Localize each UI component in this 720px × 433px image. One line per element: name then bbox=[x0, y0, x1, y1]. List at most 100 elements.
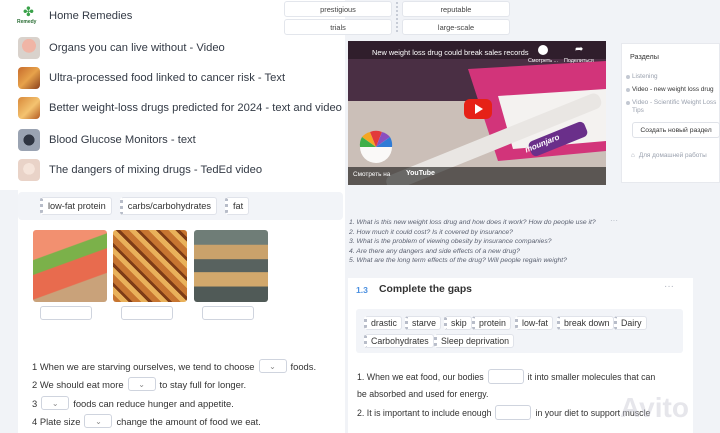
section-dot-icon bbox=[626, 101, 630, 105]
lesson-thumbnail bbox=[18, 129, 40, 151]
gap-input[interactable] bbox=[495, 405, 532, 420]
sentence-text: 2 We should eat more bbox=[32, 378, 124, 390]
sidebar-item-scientific-video[interactable]: Video - Scientific Weight Loss bbox=[632, 99, 716, 106]
exercise-title: Complete the gaps bbox=[379, 284, 472, 295]
lesson-label: Ultra-processed food linked to cancer ri… bbox=[49, 72, 286, 84]
word-chip[interactable]: low-fat protein bbox=[40, 197, 112, 215]
lesson-label: Home Remedies bbox=[49, 10, 133, 22]
sentence-text: 3 bbox=[32, 397, 38, 409]
question-item: 2. How much it could cost? Is it covered… bbox=[349, 228, 513, 236]
drag-handle[interactable] bbox=[396, 2, 400, 32]
answer-select[interactable]: ⌄ bbox=[84, 414, 113, 428]
sidebar-item-tips[interactable]: Tips bbox=[632, 107, 644, 114]
vocab-sentence: 4 Plate size ⌄ change the amount of food… bbox=[32, 414, 261, 428]
lesson-item-glucose[interactable]: Blood Glucose Monitors - text bbox=[18, 128, 196, 152]
sidebar-title: Разделы bbox=[630, 52, 659, 61]
gap-sentence-continued: be absorbed and used for energy. bbox=[357, 389, 489, 399]
more-icon[interactable]: ··· bbox=[610, 216, 618, 225]
sentence-text: it into smaller molecules that can bbox=[527, 371, 656, 382]
word-cell[interactable]: prestigious bbox=[284, 1, 392, 17]
lesson-item-home-remedies[interactable]: ✤ Remedy Home Remedies bbox=[17, 4, 133, 28]
question-item: 4. Are there any dangers and side effect… bbox=[349, 247, 520, 255]
leaf-icon: ✤ bbox=[23, 4, 34, 19]
image-drop-zone[interactable] bbox=[40, 306, 92, 320]
discussion-questions: 1. What is this new weight loss drug and… bbox=[349, 218, 596, 266]
lesson-thumbnail bbox=[18, 97, 40, 119]
lesson-thumbnail bbox=[18, 159, 40, 181]
sentence-text: 2. It is important to include enough bbox=[357, 407, 492, 418]
workspace: ✤ Remedy Home Remedies Organs you can li… bbox=[0, 0, 720, 433]
vocab-sentence: 1 When we are starving ourselves, we ten… bbox=[32, 359, 316, 373]
lesson-item-mixing-drugs[interactable]: The dangers of mixing drugs - TedEd vide… bbox=[18, 158, 262, 182]
word-bank: low-fat protein carbs/carbohydrates fat bbox=[18, 192, 343, 220]
home-icon: ⌂ bbox=[631, 152, 635, 159]
sentence-text: to stay full for longer. bbox=[159, 378, 247, 390]
food-image-carbs bbox=[113, 230, 187, 302]
lesson-item-organs[interactable]: Organs you can live without - Video bbox=[18, 36, 225, 60]
word-cell[interactable]: reputable bbox=[402, 1, 510, 17]
sentence-text: 1 When we are starving ourselves, we ten… bbox=[32, 360, 255, 372]
exercise-menu-icon[interactable]: ··· bbox=[664, 281, 674, 292]
watch-on-label[interactable]: Смотреть на bbox=[353, 171, 390, 178]
sentence-text: foods can reduce hunger and appetite. bbox=[73, 397, 234, 409]
lesson-thumbnail bbox=[18, 37, 40, 59]
watch-later-label: Смотреть ... bbox=[528, 58, 559, 64]
question-item: 1. What is this new weight loss drug and… bbox=[349, 219, 596, 226]
word-chip[interactable]: starve bbox=[405, 316, 441, 330]
image-drop-zone[interactable] bbox=[121, 306, 173, 320]
image-drop-zone[interactable] bbox=[202, 306, 254, 320]
answer-select[interactable]: ⌄ bbox=[127, 377, 156, 391]
gap-input[interactable] bbox=[487, 369, 524, 384]
word-chip[interactable]: Dairy bbox=[614, 316, 647, 330]
question-item: 5. What are the long term effects of the… bbox=[349, 257, 567, 265]
gap-sentence: 1. When we eat food, our bodies it into … bbox=[357, 369, 655, 384]
sentence-text: 4 Plate size bbox=[32, 415, 81, 427]
word-chip[interactable]: Carbohydrates bbox=[364, 334, 434, 348]
homework-label: Для домашней работы bbox=[638, 152, 707, 159]
lesson-label: The dangers of mixing drugs - TedEd vide… bbox=[49, 164, 263, 176]
create-section-button[interactable]: Создать новый раздел bbox=[632, 122, 720, 138]
lesson-label: Blood Glucose Monitors - text bbox=[49, 134, 196, 146]
vocab-sentence: 2 We should eat more ⌄ to stay full for … bbox=[32, 377, 246, 391]
section-dot-icon bbox=[626, 75, 630, 79]
word-chip[interactable]: drastic bbox=[364, 316, 402, 330]
lesson-item-ultra-processed[interactable]: Ultra-processed food linked to cancer ri… bbox=[18, 66, 285, 90]
lesson-label: Better weight-loss drugs predicted for 2… bbox=[49, 102, 342, 114]
lesson-thumbnail bbox=[18, 67, 40, 89]
exercise-number: 1.3 bbox=[356, 285, 368, 295]
lesson-label: Organs you can live without - Video bbox=[49, 42, 225, 54]
share-label: Поделиться bbox=[564, 58, 594, 64]
remedy-logo: ✤ Remedy bbox=[17, 4, 40, 28]
watermark: Avito bbox=[620, 392, 689, 423]
sentence-text: 1. When we eat food, our bodies bbox=[357, 371, 484, 382]
watch-later-icon[interactable] bbox=[538, 45, 548, 55]
word-chip[interactable]: low-fat bbox=[515, 316, 553, 330]
lesson-item-weight-loss[interactable]: Better weight-loss drugs predicted for 2… bbox=[18, 96, 342, 120]
sentence-text: change the amount of food we eat. bbox=[116, 415, 261, 427]
share-icon[interactable]: ➦ bbox=[575, 44, 583, 55]
word-chip[interactable]: skip bbox=[444, 316, 472, 330]
word-cell[interactable]: trials bbox=[284, 19, 392, 35]
video-title: New weight loss drug could break sales r… bbox=[372, 48, 529, 57]
sidebar-item-weight-loss-video[interactable]: Video - new weight loss drug bbox=[632, 86, 714, 93]
word-chip[interactable]: fat bbox=[224, 197, 250, 215]
sidebar-item-listening[interactable]: Listening bbox=[632, 73, 658, 80]
logo-text: Remedy bbox=[17, 19, 37, 25]
section-dot-icon bbox=[626, 88, 630, 92]
word-chip[interactable]: carbs/carbohydrates bbox=[119, 197, 217, 215]
answer-select[interactable]: ⌄ bbox=[258, 359, 287, 373]
word-chip[interactable]: Sleep deprivation bbox=[434, 334, 514, 348]
vocab-sentence: 3 ⌄ foods can reduce hunger and appetite… bbox=[32, 396, 234, 410]
homework-hint: ⌂ Для домашней работы bbox=[631, 152, 707, 159]
answer-select[interactable]: ⌄ bbox=[41, 396, 70, 410]
question-item: 3. What is the problem of viewing obesit… bbox=[349, 238, 552, 246]
sentence-text: foods. bbox=[290, 360, 317, 372]
food-image-protein bbox=[33, 230, 107, 302]
word-cell[interactable]: large-scale bbox=[402, 19, 510, 35]
word-chip[interactable]: break down bbox=[557, 316, 615, 330]
play-button[interactable] bbox=[464, 99, 492, 119]
word-chip[interactable]: protein bbox=[472, 316, 511, 330]
food-image-bread bbox=[194, 230, 268, 302]
gap-sentence: 2. It is important to include enough in … bbox=[357, 405, 650, 420]
youtube-logo[interactable]: YouTube bbox=[406, 170, 435, 177]
